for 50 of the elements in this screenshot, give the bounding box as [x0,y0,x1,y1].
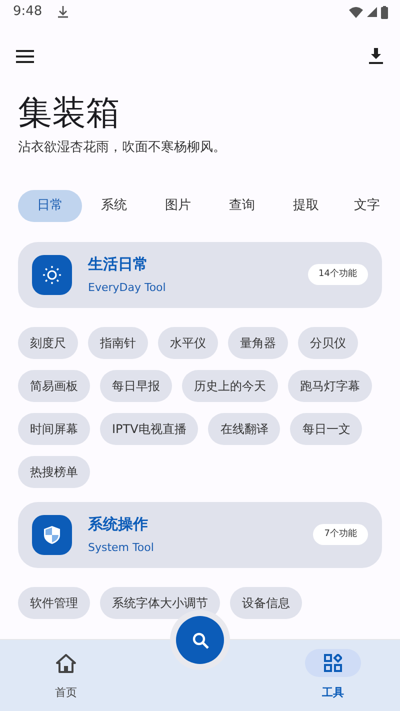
status-time: 9:48 [13,3,42,22]
download-icon [58,6,68,18]
wifi-icon [349,6,363,18]
tool-chip[interactable]: 指南针 [88,326,148,358]
section-subtitle: System Tool [88,540,155,556]
nav-tab[interactable]: 工具 [298,648,368,703]
category-tab[interactable]: 日常 [18,190,82,222]
search-icon [192,632,208,648]
download-icon[interactable] [369,48,383,64]
search-button[interactable] [176,616,224,664]
tool-chip[interactable]: 软件管理 [18,586,90,618]
tool-chip[interactable]: 量角器 [228,326,288,358]
tool-chip[interactable]: 每日一文 [290,412,362,444]
app-title: 集装箱 [18,96,121,130]
tool-chip[interactable]: IPTV电视直播 [100,412,198,444]
tool-chip[interactable]: 设备信息 [230,586,302,618]
section-card[interactable]: 生活日常 EveryDay Tool 14个功能 [18,242,382,308]
category-tab[interactable]: 系统 [82,190,146,222]
category-tab[interactable]: 查询 [210,190,274,222]
tool-chip[interactable]: 水平仪 [158,326,218,358]
battery-icon [381,6,388,18]
tool-chip[interactable]: 历史上的今天 [182,370,278,402]
home-icon [56,654,76,673]
category-tab[interactable]: 图片 [146,190,210,222]
nav-label: 工具 [322,685,344,702]
grid-icon [324,654,342,672]
shield-icon [32,514,72,554]
tool-chip[interactable]: 刻度尺 [18,326,78,358]
tool-chip[interactable]: 分贝仪 [298,326,358,358]
tool-chip[interactable]: 跑马灯字幕 [288,370,372,402]
section-card[interactable]: 系统操作 System Tool 7个功能 [18,502,382,568]
sun-icon [32,254,72,294]
nav-tab[interactable]: 首页 [31,648,101,703]
tool-chip[interactable]: 系统字体大小调节 [100,586,220,618]
nav-label: 首页 [55,685,77,702]
category-tab[interactable]: 文字 [338,190,396,222]
tool-chip[interactable]: 在线翻译 [208,412,280,444]
feature-count: 7个功能 [313,524,368,546]
tool-chip[interactable]: 每日早报 [100,370,172,402]
tool-chip[interactable]: 简易画板 [18,370,90,402]
signal-icon [367,7,377,17]
tool-chip[interactable]: 时间屏幕 [18,412,90,444]
tool-chip[interactable]: 热搜榜单 [18,456,90,488]
app-subtitle: 沾衣欲湿杏花雨，吹面不寒杨柳风。 [18,139,227,157]
feature-count: 14个功能 [308,264,368,286]
menu-icon[interactable] [16,50,34,62]
section-title: 系统操作 [88,514,149,535]
section-subtitle: EveryDay Tool [88,280,167,296]
category-tab[interactable]: 提取 [274,190,338,222]
section-title: 生活日常 [88,254,149,275]
